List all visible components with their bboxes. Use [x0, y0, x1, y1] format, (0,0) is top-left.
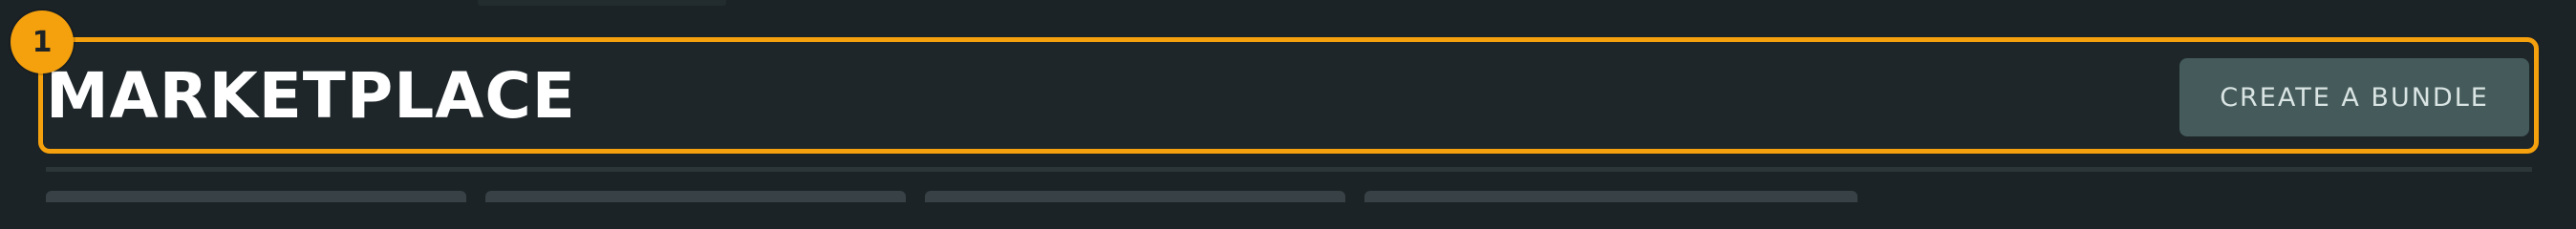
create-bundle-button[interactable]: CREATE A BUNDLE	[2179, 58, 2529, 136]
step-marker-badge: 1	[11, 10, 74, 73]
page-title: MARKETPLACE	[46, 59, 576, 133]
tab-4[interactable]	[1364, 191, 1857, 202]
tab-2[interactable]	[485, 191, 906, 202]
tab-strip	[0, 187, 2576, 202]
tab-3[interactable]	[925, 191, 1345, 202]
header-divider	[46, 167, 2532, 172]
tab-1[interactable]	[46, 191, 466, 202]
top-strip	[478, 0, 726, 6]
